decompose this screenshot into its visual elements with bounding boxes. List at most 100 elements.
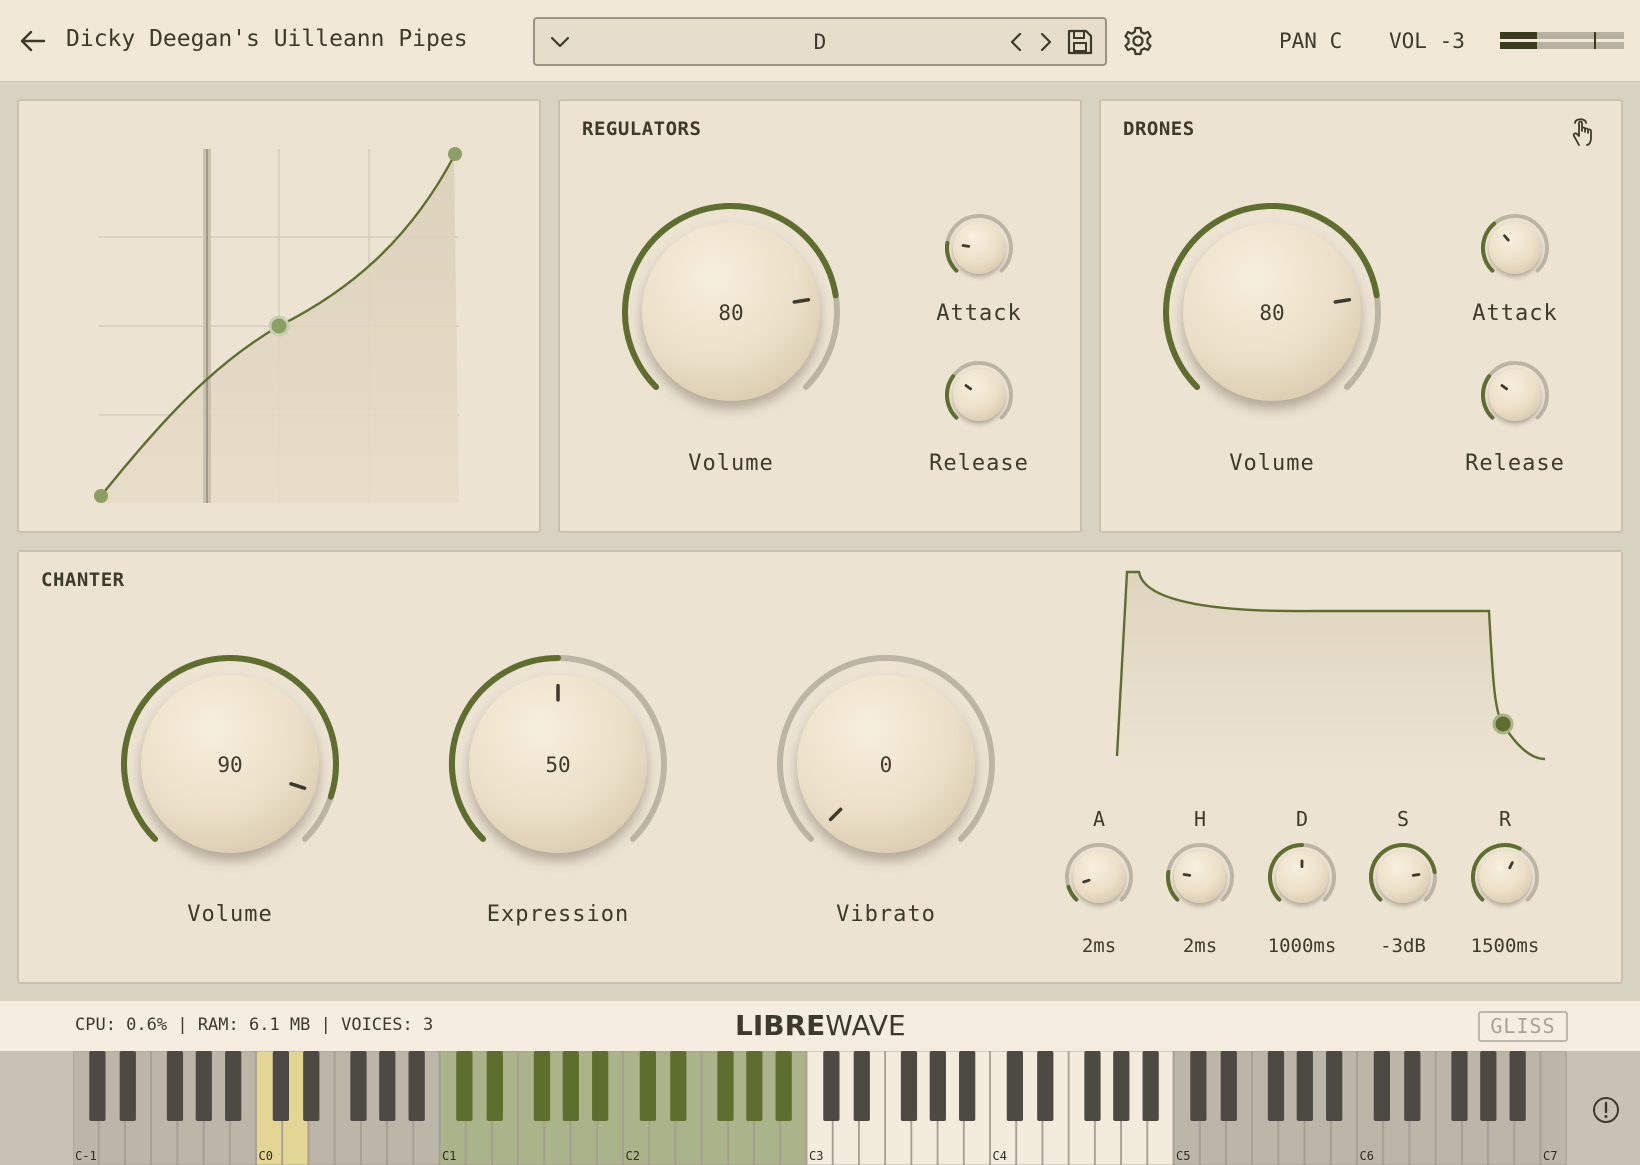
regulators-release-knob[interactable] [935, 351, 1023, 439]
black-key[interactable] [486, 1051, 503, 1121]
knob-value: 90 [217, 753, 242, 777]
settings-gear-icon[interactable] [1122, 25, 1154, 57]
black-key[interactable] [592, 1051, 609, 1121]
keyboard-area: C-1 C0 C1 C2 C3 C4 C5 C6 C7 [0, 1051, 1640, 1165]
instrument-title: Dicky Deegan's Uilleann Pipes [66, 26, 468, 52]
black-key[interactable] [1190, 1051, 1207, 1121]
piano-keyboard[interactable]: C-1 C0 C1 C2 C3 C4 C5 C6 C7 [73, 1051, 1568, 1165]
black-key[interactable] [1113, 1051, 1130, 1121]
info-warning-icon[interactable] [1591, 1095, 1621, 1125]
chevron-right-icon[interactable] [1033, 29, 1057, 55]
black-key[interactable] [1451, 1051, 1468, 1121]
black-key[interactable] [166, 1051, 184, 1121]
black-key[interactable] [639, 1051, 657, 1121]
drones-attack-knob[interactable] [1471, 204, 1559, 292]
black-key[interactable] [408, 1051, 425, 1121]
black-key[interactable] [303, 1051, 320, 1121]
curve-handle-mid[interactable] [268, 315, 290, 337]
chanter-vibrato-knob[interactable]: 0 [766, 644, 1006, 884]
chanter-volume-label: Volume [187, 902, 273, 927]
black-key[interactable] [929, 1051, 946, 1121]
drones-volume-knob[interactable]: 80 [1152, 192, 1392, 432]
black-key[interactable] [1006, 1051, 1024, 1121]
librewave-logo: LIBREWAVE [735, 1009, 906, 1042]
black-key[interactable] [959, 1051, 976, 1121]
velocity-curve-editor[interactable] [19, 101, 539, 531]
black-key[interactable] [1326, 1051, 1343, 1121]
black-key[interactable] [670, 1051, 687, 1121]
hand-pointer-icon[interactable] [1567, 115, 1601, 149]
black-key[interactable] [225, 1051, 242, 1121]
envelope-r-knob[interactable] [1461, 833, 1549, 921]
envelope-a-knob[interactable] [1055, 833, 1143, 921]
black-key[interactable] [195, 1051, 212, 1121]
black-key[interactable] [89, 1051, 106, 1121]
regulators-attack-knob[interactable] [935, 204, 1023, 292]
chanter-vibrato-label: Vibrato [836, 902, 936, 927]
black-key[interactable] [350, 1051, 367, 1121]
octave-label: C5 [1176, 1149, 1190, 1163]
regulators-panel: REGULATORS 80 Volume Attack Release [558, 99, 1082, 533]
back-arrow-icon[interactable] [18, 26, 48, 56]
envelope-h-label: H [1193, 807, 1207, 831]
chanter-panel: CHANTER 90 Volume 50 Expression 0 Vibrat… [17, 550, 1623, 984]
drones-volume-label: Volume [1229, 451, 1315, 476]
black-key[interactable] [1084, 1051, 1101, 1121]
envelope-s-label: S [1396, 807, 1410, 831]
black-key[interactable] [823, 1051, 840, 1121]
black-key[interactable] [533, 1051, 551, 1121]
black-key[interactable] [1480, 1051, 1497, 1121]
black-key[interactable] [1220, 1051, 1237, 1121]
regulators-volume-label: Volume [688, 451, 774, 476]
pan-readout[interactable]: PAN C [1279, 29, 1342, 53]
envelope-h-knob[interactable] [1156, 833, 1244, 921]
meter-peak [1594, 32, 1596, 49]
chanter-volume-knob[interactable]: 90 [110, 644, 350, 884]
envelope-h-value: 2ms [1182, 935, 1218, 957]
volume-readout[interactable]: VOL -3 [1389, 29, 1465, 53]
black-key[interactable] [562, 1051, 579, 1121]
black-key[interactable] [272, 1051, 290, 1121]
curve-handle-end[interactable] [448, 147, 462, 161]
regulators-volume-knob[interactable]: 80 [611, 192, 851, 432]
drones-attack-label: Attack [1472, 301, 1558, 326]
preset-selector[interactable]: D [533, 17, 1107, 66]
envelope-s-value: -3dB [1380, 935, 1426, 957]
chanter-expression-label: Expression [486, 902, 630, 927]
envelope-d-value: 1000ms [1267, 935, 1337, 957]
black-key[interactable] [775, 1051, 792, 1121]
black-key[interactable] [900, 1051, 918, 1121]
chanter-expression-knob[interactable]: 50 [438, 644, 678, 884]
black-key[interactable] [853, 1051, 870, 1121]
black-key[interactable] [379, 1051, 396, 1121]
envelope-release-handle[interactable] [1492, 713, 1514, 735]
level-meter [1500, 32, 1624, 50]
envelope-r-label: R [1498, 807, 1512, 831]
white-key[interactable] [1540, 1051, 1567, 1165]
black-key[interactable] [1373, 1051, 1391, 1121]
black-key[interactable] [1142, 1051, 1159, 1121]
drones-release-knob[interactable] [1471, 351, 1559, 439]
envelope-a-value: 2ms [1081, 935, 1117, 957]
save-icon[interactable] [1065, 27, 1095, 57]
black-key[interactable] [1267, 1051, 1285, 1121]
black-key[interactable] [1404, 1051, 1421, 1121]
regulators-attack-label: Attack [936, 301, 1022, 326]
curve-handle-start[interactable] [94, 489, 108, 503]
black-key[interactable] [119, 1051, 136, 1121]
black-key[interactable] [717, 1051, 734, 1121]
envelope-graph[interactable] [1115, 564, 1595, 784]
chevron-left-icon[interactable] [1005, 29, 1029, 55]
black-key[interactable] [746, 1051, 763, 1121]
black-key[interactable] [456, 1051, 473, 1121]
octave-label: C1 [442, 1149, 456, 1163]
black-key[interactable] [1296, 1051, 1313, 1121]
envelope-s-knob[interactable] [1359, 833, 1447, 921]
envelope-d-knob[interactable] [1258, 833, 1346, 921]
knob-value: 80 [1259, 301, 1284, 325]
header-bar: Dicky Deegan's Uilleann Pipes D PAN C VO… [0, 0, 1640, 82]
black-key[interactable] [1037, 1051, 1054, 1121]
knob-value: 50 [545, 753, 570, 777]
gliss-toggle-button[interactable]: GLISS [1478, 1011, 1568, 1042]
black-key[interactable] [1509, 1051, 1526, 1121]
